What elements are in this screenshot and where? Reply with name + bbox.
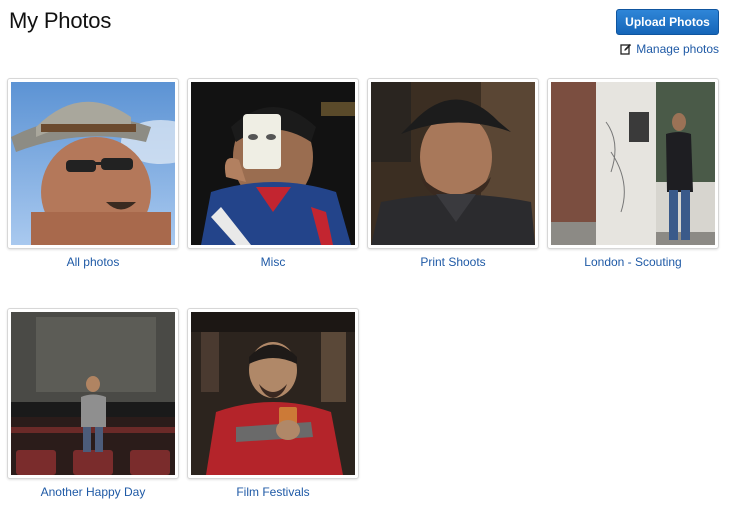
album-cover-photo — [191, 312, 355, 475]
album-thumbnail[interactable] — [187, 308, 359, 479]
album-cover-photo — [11, 312, 175, 475]
upload-photos-button[interactable]: Upload Photos — [616, 9, 719, 35]
manage-photos-label: Manage photos — [636, 42, 719, 56]
page-title: My Photos — [9, 8, 112, 33]
album-misc: Misc — [187, 78, 359, 269]
album-thumbnail[interactable] — [187, 78, 359, 249]
album-print-shoots: Print Shoots — [367, 78, 539, 269]
album-all-photos: All photos — [7, 78, 179, 269]
album-thumbnail[interactable] — [7, 78, 179, 249]
album-label[interactable]: Print Shoots — [367, 255, 539, 269]
album-thumbnail[interactable] — [547, 78, 719, 249]
manage-photos-link[interactable]: Manage photos — [620, 42, 719, 56]
album-label[interactable]: All photos — [7, 255, 179, 269]
album-thumbnail[interactable] — [367, 78, 539, 249]
album-cover-photo — [551, 82, 715, 245]
album-another-happy-day: Another Happy Day — [7, 308, 179, 499]
album-cover-photo — [11, 82, 175, 245]
edit-icon — [620, 43, 632, 55]
album-label[interactable]: Misc — [187, 255, 359, 269]
album-cover-photo — [191, 82, 355, 245]
album-thumbnail[interactable] — [7, 308, 179, 479]
album-film-festivals: Film Festivals — [187, 308, 359, 499]
album-london-scouting: London - Scouting — [547, 78, 719, 269]
album-label[interactable]: Another Happy Day — [7, 485, 179, 499]
album-label[interactable]: Film Festivals — [187, 485, 359, 499]
album-label[interactable]: London - Scouting — [547, 255, 719, 269]
album-cover-photo — [371, 82, 535, 245]
